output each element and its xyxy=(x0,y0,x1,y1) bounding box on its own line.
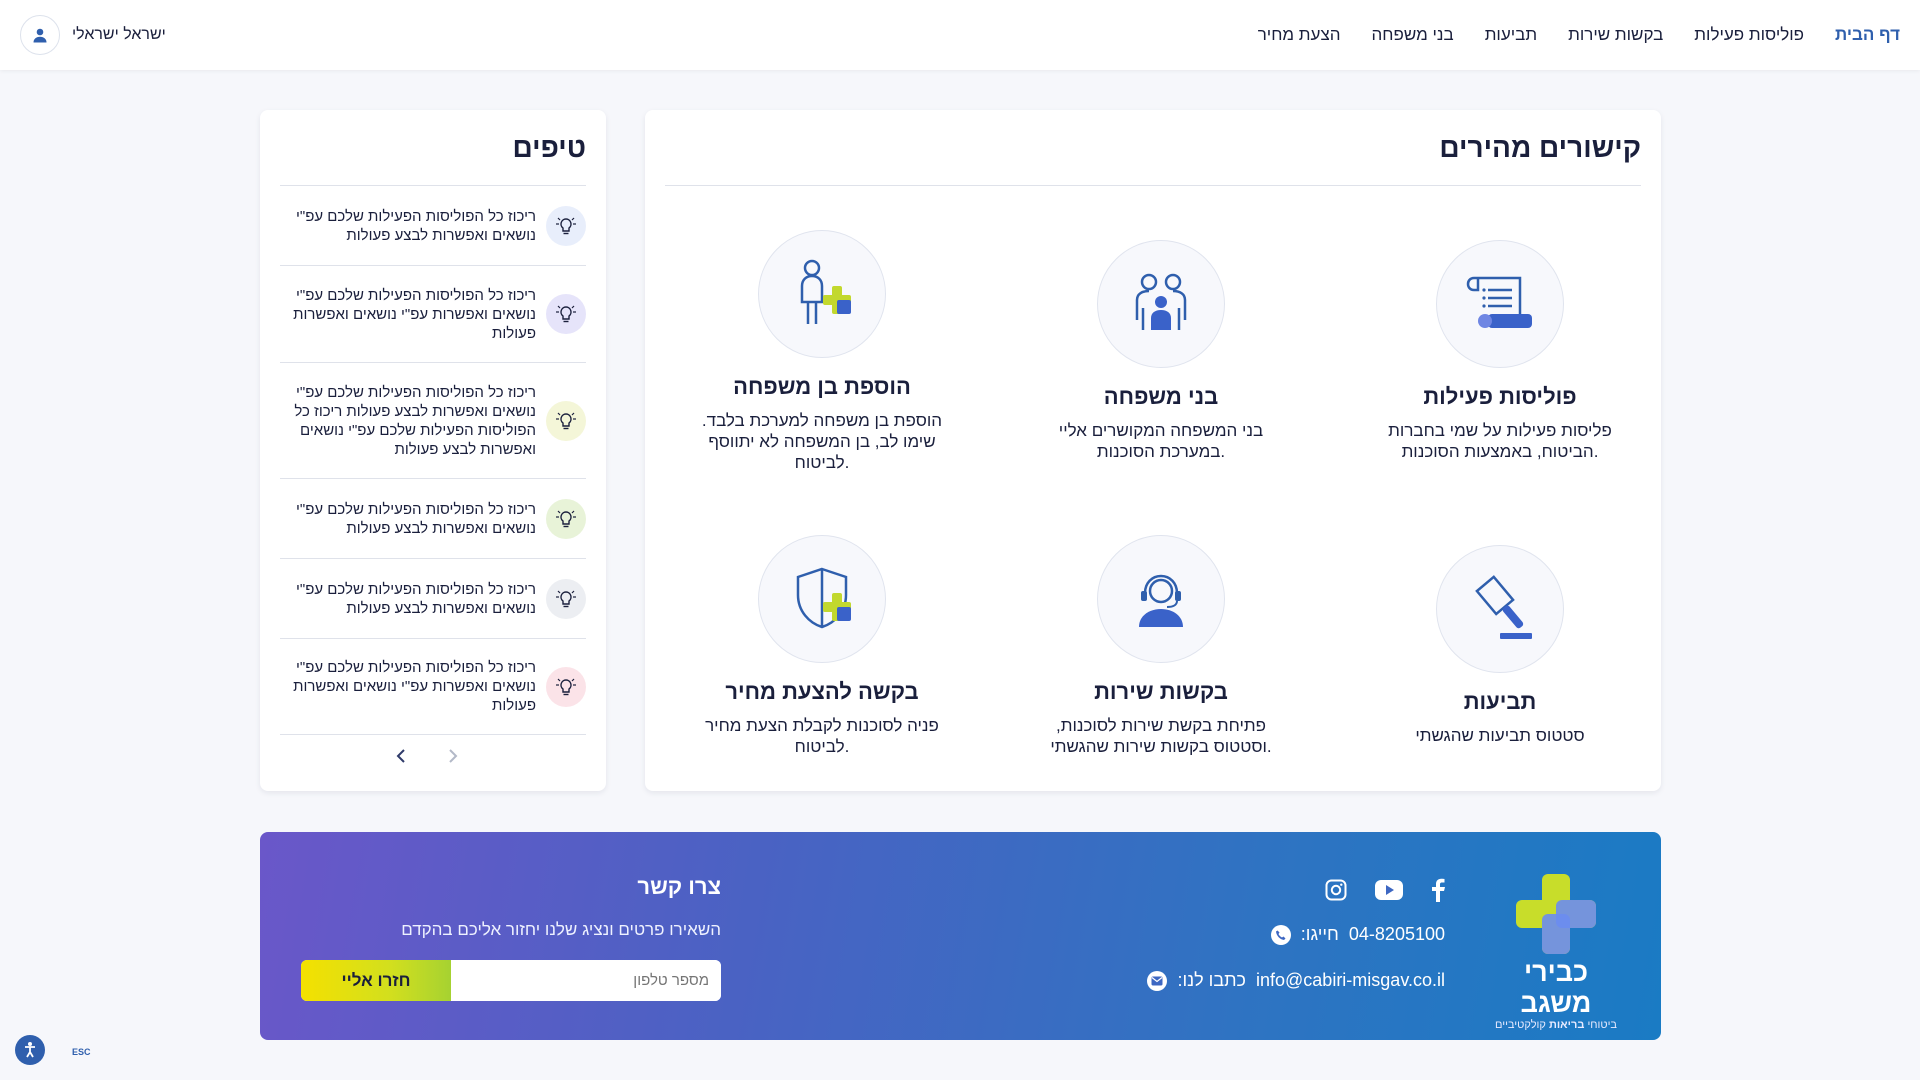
tip-item[interactable]: ריכוז כל הפוליסות הפעילות שלכם עפ"י נושא… xyxy=(280,362,586,478)
tip-text: ריכוז כל הפוליסות הפעילות שלכם עפ"י נושא… xyxy=(295,207,536,244)
chevron-left-icon[interactable] xyxy=(395,748,407,769)
phone-input[interactable] xyxy=(451,960,721,1001)
tip-item[interactable]: ריכוז כל הפוליסות הפעילות שלכם עפ"י נושא… xyxy=(280,478,586,558)
top-bar: דף הבית פוליסות פעילות בקשות שירות תביעו… xyxy=(0,0,1920,70)
lightbulb-icon xyxy=(546,498,586,539)
quick-link-title: פוליסות פעילות xyxy=(1423,384,1577,409)
quick-link-desc: פליסות פעילות על שמי בחברות הביטוח, באמצ… xyxy=(1388,421,1612,461)
headset-agent-icon xyxy=(1097,535,1225,663)
add-family-member-icon xyxy=(758,230,886,358)
quick-link-title: בני משפחה xyxy=(1103,384,1219,409)
logo-tagline: ביטוחי בריאות קולקטיביים xyxy=(1494,1019,1618,1031)
user-menu[interactable]: ישראל ישראלי xyxy=(20,15,166,55)
mail-icon xyxy=(1147,970,1168,991)
instagram-icon[interactable] xyxy=(1325,879,1347,906)
callback-form: חזרו אליי xyxy=(301,960,721,1001)
tip-item[interactable]: ריכוז כל הפוליסות הפעילות שלכם עפ"י נושא… xyxy=(280,638,586,735)
user-name[interactable]: ישראל ישראלי xyxy=(72,26,166,44)
quick-link-desc: בני המשפחה המקושרים אליי במערכת הסוכנות. xyxy=(1058,421,1264,461)
user-icon[interactable] xyxy=(20,15,60,55)
nav-claims[interactable]: תביעות xyxy=(1485,25,1537,45)
tip-text: ריכוז כל הפוליסות הפעילות שלכם עפ"י נושא… xyxy=(293,286,536,342)
divider xyxy=(665,185,1641,186)
quick-link-price-quote[interactable]: בקשה להצעת מחיר פניה לסוכנות לקבלת הצעת … xyxy=(697,535,947,757)
contact-subtitle: השאירו פרטים ונציג שלנו יחזור אליכם בהקד… xyxy=(401,920,721,939)
phone-icon xyxy=(1270,924,1291,945)
tip-item[interactable]: ריכוז כל הפוליסות הפעילות שלכם עפ"י נושא… xyxy=(280,558,586,638)
contact-title: צרו קשר xyxy=(637,874,721,899)
quick-link-desc: הוספת בן משפחה למערכת בלבד. שימו לב, בן … xyxy=(701,411,943,472)
quick-links-card: קישורים מהירים פוליסות פעילות פליסות פעי… xyxy=(645,110,1661,791)
tip-text: ריכוז כל הפוליסות הפעילות שלכם עפ"י נושא… xyxy=(293,659,536,714)
lightbulb-icon xyxy=(546,205,586,246)
nav-family-members[interactable]: בני משפחה xyxy=(1372,25,1454,45)
quick-link-title: בקשה להצעת מחיר xyxy=(725,679,919,704)
nav-home[interactable]: דף הבית xyxy=(1835,25,1900,45)
chevron-right-icon[interactable] xyxy=(447,748,459,769)
youtube-icon[interactable] xyxy=(1375,880,1403,905)
nav-service-requests[interactable]: בקשות שירות xyxy=(1568,25,1663,45)
quick-link-title: תביעות xyxy=(1463,689,1537,714)
quick-link-title: בקשות שירות xyxy=(1094,679,1228,704)
callback-button[interactable]: חזרו אליי xyxy=(301,960,451,1001)
lightbulb-icon xyxy=(546,666,586,707)
tips-card: טיפים ריכוז כל הפוליסות הפעילות שלכם עפ"… xyxy=(260,110,606,791)
contact-phone[interactable]: חייגו: 04-8205100 xyxy=(1270,924,1445,945)
main-nav: דף הבית פוליסות פעילות בקשות שירות תביעו… xyxy=(1258,0,1900,70)
footer: כבירי משגב ביטוחי בריאות קולקטיביים חייג… xyxy=(260,832,1661,1040)
quick-link-claims[interactable]: תביעות סטטוס תביעות שהגשתי xyxy=(1375,545,1625,746)
lightbulb-icon xyxy=(546,578,586,619)
quick-link-desc: סטטוס תביעות שהגשתי xyxy=(1415,726,1585,745)
tips-list: ריכוז כל הפוליסות הפעילות שלכם עפ"י נושא… xyxy=(280,185,586,735)
phone-number[interactable]: 04-8205100 xyxy=(1349,924,1445,945)
tip-item[interactable]: ריכוז כל הפוליסות הפעילות שלכם עפ"י נושא… xyxy=(280,185,586,265)
quick-link-service-requests[interactable]: בקשות שירות פתיחת בקשת שירות לסוכנות, וס… xyxy=(1036,535,1286,757)
quick-link-desc: פתיחת בקשת שירות לסוכנות, וסטטוס בקשות ש… xyxy=(1050,716,1272,756)
family-icon xyxy=(1097,240,1225,368)
logo-name: כבירי משגב xyxy=(1520,957,1592,1018)
phone-label: חייגו: xyxy=(1300,924,1339,944)
lightbulb-icon xyxy=(546,294,586,334)
tip-item[interactable]: ריכוז כל הפוליסות הפעילות שלכם עפ"י נושא… xyxy=(280,265,586,362)
quick-link-family-members[interactable]: בני משפחה בני המשפחה המקושרים אליי במערכ… xyxy=(1036,240,1286,462)
email-address[interactable]: info@cabiri-misgav.co.il xyxy=(1256,970,1445,991)
contact-email[interactable]: כתבו לנו: info@cabiri-misgav.co.il xyxy=(1147,970,1445,991)
policy-scroll-icon xyxy=(1436,240,1564,368)
tip-text: ריכוז כל הפוליסות הפעילות שלכם עפ"י נושא… xyxy=(294,383,536,458)
social-links xyxy=(1325,878,1445,907)
nav-price-quote[interactable]: הצעת מחיר xyxy=(1258,25,1341,45)
lightbulb-icon xyxy=(546,400,586,441)
logo-cross-icon xyxy=(1516,874,1596,954)
tips-title: טיפים xyxy=(512,132,586,163)
quick-link-desc: פניה לסוכנות לקבלת הצעת מחיר לביטוח. xyxy=(705,716,939,756)
quick-link-title: הוספת בן משפחה xyxy=(733,374,911,399)
nav-active-policies[interactable]: פוליסות פעילות xyxy=(1694,25,1804,45)
gavel-icon xyxy=(1436,545,1564,673)
facebook-icon[interactable] xyxy=(1431,878,1445,907)
quick-link-active-policies[interactable]: פוליסות פעילות פליסות פעילות על שמי בחבר… xyxy=(1375,240,1625,462)
tips-pager xyxy=(395,748,459,769)
tip-text: ריכוז כל הפוליסות הפעילות שלכם עפ"י נושא… xyxy=(295,580,536,617)
esc-label[interactable]: ESC xyxy=(72,1047,91,1057)
tip-text: ריכוז כל הפוליסות הפעילות שלכם עפ"י נושא… xyxy=(295,500,536,537)
shield-plus-icon xyxy=(758,535,886,663)
brand-logo: כבירי משגב ביטוחי בריאות קולקטיביים xyxy=(1491,874,1621,1031)
quick-link-add-family-member[interactable]: הוספת בן משפחה הוספת בן משפחה למערכת בלב… xyxy=(697,230,947,473)
accessibility-icon[interactable] xyxy=(15,1035,45,1065)
quick-links-title: קישורים מהירים xyxy=(1439,132,1641,163)
email-label: כתבו לנו: xyxy=(1177,970,1246,990)
